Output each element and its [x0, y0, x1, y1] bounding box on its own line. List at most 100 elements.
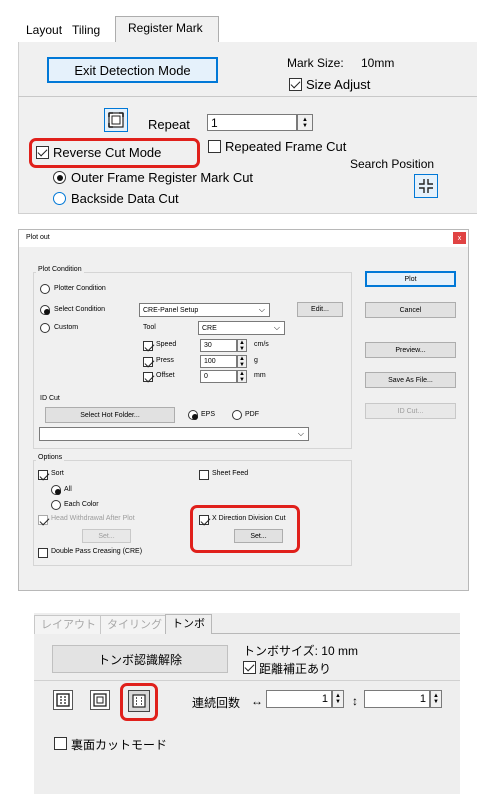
repeat-input[interactable]: 1 — [207, 114, 297, 131]
offset-spinner[interactable]: ▲ ▼ — [237, 370, 247, 383]
jp-tab-register-mark[interactable]: トンボ — [165, 614, 212, 634]
plot-button[interactable]: Plot — [365, 271, 456, 287]
exit-detection-mode-button[interactable]: Exit Detection Mode — [47, 57, 218, 83]
edit-button[interactable]: Edit... — [297, 302, 343, 317]
reverse-cut-mode-jp-label: 裏面カットモード — [71, 738, 168, 752]
mark-size-label: Mark Size: — [287, 56, 344, 70]
sheet-feed-label: Sheet Feed — [212, 470, 249, 477]
hot-folder-path-dropdown[interactable]: ⌵ — [39, 427, 309, 441]
search-position-icon[interactable] — [414, 174, 438, 198]
eps-radio[interactable] — [188, 410, 198, 420]
press-label: Press — [156, 357, 174, 364]
size-adjust-checkbox[interactable] — [289, 78, 302, 91]
cancel-mark-detection-button[interactable]: トンボ認識解除 — [52, 645, 228, 673]
chevron-down-icon: ⌵ — [297, 429, 304, 438]
tool-label: Tool — [143, 324, 156, 331]
speed-checkbox[interactable] — [143, 341, 153, 351]
sort-checkbox[interactable] — [38, 470, 48, 480]
size-adjust-label: Size Adjust — [306, 77, 371, 92]
jp-divider — [34, 680, 460, 681]
distance-correction-checkbox[interactable] — [243, 661, 256, 674]
sheet-feed-checkbox[interactable] — [199, 470, 209, 480]
x-direction-division-checkbox[interactable] — [199, 515, 209, 525]
speed-spinner[interactable]: ▲ ▼ — [237, 339, 247, 352]
select-condition-radio[interactable] — [40, 305, 50, 315]
sort-all-label: All — [64, 486, 72, 493]
reverse-cut-mode-label: Reverse Cut Mode — [53, 145, 162, 160]
vertical-arrow-icon: ↕ — [352, 694, 358, 708]
pdf-radio[interactable] — [232, 410, 242, 420]
double-pass-checkbox[interactable] — [38, 548, 48, 558]
outer-frame-radio[interactable] — [53, 171, 66, 184]
offset-label: Offset — [156, 372, 175, 379]
speed-input[interactable]: 30 — [200, 339, 237, 352]
dialog-titlebar — [19, 230, 468, 247]
horizontal-arrow-icon: ↔ — [251, 694, 263, 708]
each-color-label: Each Color — [64, 501, 99, 508]
close-icon[interactable]: x — [453, 232, 466, 244]
press-input[interactable]: 100 — [200, 355, 237, 368]
tab-register-mark[interactable]: Register Mark — [122, 17, 209, 39]
mark-type-grid-icon[interactable] — [53, 690, 73, 710]
jp-tab-layout[interactable]: レイアウト — [34, 615, 103, 634]
divider — [18, 96, 477, 97]
jp-tab-tiling[interactable]: タイリング — [100, 615, 169, 634]
select-condition-label: Select Condition — [54, 306, 105, 313]
mark-type-dotted-icon[interactable] — [128, 690, 150, 712]
tab-tiling[interactable]: Tiling — [66, 19, 106, 41]
save-as-file-button[interactable]: Save As File... — [365, 372, 456, 388]
eps-label: EPS — [201, 411, 216, 418]
preview-button[interactable]: Preview... — [365, 342, 456, 358]
head-withdrawal-label: Head Withdrawal After Plot — [51, 515, 135, 522]
horizontal-repeat-spinner[interactable]: ▲ ▼ — [332, 690, 344, 708]
each-color-radio[interactable] — [51, 500, 61, 510]
reverse-cut-mode-jp-checkbox[interactable] — [54, 737, 67, 750]
sort-all-radio[interactable] — [51, 485, 61, 495]
chevron-down-icon: ⌵ — [258, 305, 265, 314]
register-mark-type-icon[interactable] — [104, 108, 128, 132]
cancel-button[interactable]: Cancel — [365, 302, 456, 318]
plotter-condition-label: Plotter Condition — [54, 285, 106, 292]
press-checkbox[interactable] — [143, 357, 153, 367]
sort-label: Sort — [51, 470, 64, 477]
tab-layout[interactable]: Layout — [20, 19, 68, 41]
head-withdrawal-set-button[interactable]: Set... — [82, 529, 131, 543]
mark-size-value: 10mm — [361, 56, 395, 70]
id-cut-button[interactable]: ID Cut... — [365, 403, 456, 419]
double-pass-label: Double Pass Creasing (CRE) — [51, 548, 143, 555]
offset-checkbox[interactable] — [143, 372, 153, 382]
select-hot-folder-button[interactable]: Select Hot Folder... — [45, 407, 175, 423]
x-direction-set-button[interactable]: Set... — [234, 529, 283, 543]
dialog-title: Plot out — [26, 234, 50, 241]
press-spinner[interactable]: ▲ ▼ — [237, 355, 247, 368]
horizontal-repeat-input[interactable]: 1 — [266, 690, 332, 708]
backside-data-radio[interactable] — [53, 192, 66, 205]
vertical-repeat-input[interactable]: 1 — [364, 690, 430, 708]
outer-frame-label: Outer Frame Register Mark Cut — [71, 170, 254, 185]
select-condition-dropdown[interactable]: CRE-Panel Setup ⌵ — [139, 303, 270, 317]
vertical-repeat-spinner[interactable]: ▲ ▼ — [430, 690, 442, 708]
distance-correction-label: 距離補正あり — [259, 662, 332, 676]
head-withdrawal-checkbox[interactable] — [38, 515, 48, 525]
press-unit: g — [254, 357, 258, 364]
tool-dropdown[interactable]: CRE ⌵ — [198, 321, 285, 335]
search-position-label: Search Position — [350, 157, 435, 171]
plotter-condition-radio[interactable] — [40, 284, 50, 294]
x-direction-division-label: X Direction Division Cut — [212, 515, 286, 522]
repeat-label: Repeat — [148, 117, 190, 132]
select-condition-value: CRE-Panel Setup — [143, 306, 199, 314]
id-cut-label: ID Cut — [40, 395, 60, 402]
offset-input[interactable]: 0 — [200, 370, 237, 383]
pdf-label: PDF — [245, 411, 259, 418]
repeat-spinner[interactable]: ▲ ▼ — [297, 114, 313, 131]
reverse-cut-mode-checkbox[interactable] — [36, 146, 49, 159]
repeated-frame-cut-label: Repeated Frame Cut — [225, 139, 347, 154]
repeated-frame-cut-checkbox[interactable] — [208, 140, 221, 153]
jp-repeat-label: 連続回数 — [192, 696, 241, 710]
mark-type-frame-icon[interactable] — [90, 690, 110, 710]
options-label: Options — [36, 454, 65, 461]
tool-value: CRE — [202, 324, 217, 332]
backside-data-label: Backside Data Cut — [71, 191, 179, 206]
custom-radio[interactable] — [40, 323, 50, 333]
plot-condition-label: Plot Condition — [36, 266, 84, 273]
